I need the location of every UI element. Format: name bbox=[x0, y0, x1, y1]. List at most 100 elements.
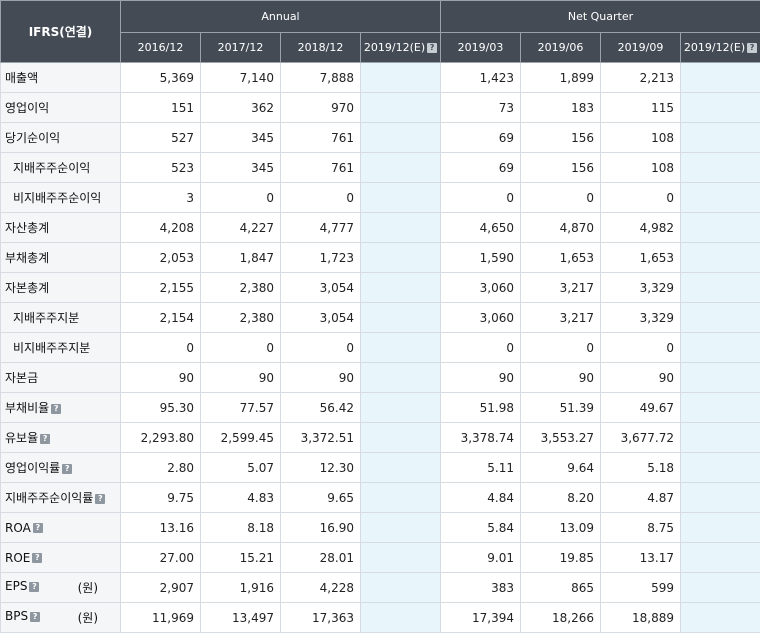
row-label: BPS bbox=[5, 609, 29, 623]
value-cell: 1,916 bbox=[200, 572, 281, 603]
help-icon[interactable]: ? bbox=[62, 463, 73, 474]
period-label: 2019/03 bbox=[457, 41, 504, 54]
row-label-cell: 영업이익률? bbox=[0, 452, 121, 483]
value-cell: 9.64 bbox=[520, 452, 601, 483]
value-cell: 18,266 bbox=[520, 602, 601, 633]
table-row: 영업이익 151 362 970 73 183 115 bbox=[0, 92, 760, 123]
table-row: 영업이익률? 2.80 5.07 12.30 5.11 9.64 5.18 bbox=[0, 452, 760, 483]
row-label-cell: 비지배주주지분 bbox=[0, 332, 121, 363]
financial-summary-table: IFRS(연결) Annual Net Quarter 2016/12 2017/… bbox=[0, 0, 760, 633]
help-icon[interactable]: ? bbox=[427, 43, 438, 53]
row-label: 지배주주순이익률 bbox=[5, 491, 94, 505]
row-label-cell: 비지배주주순이익 bbox=[0, 182, 121, 213]
value-cell: 3,329 bbox=[600, 272, 681, 303]
estimate-cell bbox=[360, 512, 441, 543]
value-cell: 108 bbox=[600, 122, 681, 153]
row-label-cell: ROA? bbox=[0, 512, 121, 543]
table-row: 유보율? 2,293.80 2,599.45 3,372.51 3,378.74 3,55… bbox=[0, 422, 760, 453]
row-label-cell: 지배주주순이익 bbox=[0, 152, 121, 183]
net-quarter-header: Net Quarter bbox=[440, 0, 760, 33]
estimate-cell bbox=[680, 362, 760, 393]
table-row: 자본총계 2,155 2,380 3,054 3,060 3,217 3,329 bbox=[0, 272, 760, 303]
help-icon[interactable]: ? bbox=[40, 433, 51, 444]
value-cell: 0 bbox=[280, 332, 361, 363]
estimate-cell bbox=[360, 242, 441, 273]
value-cell: 19.85 bbox=[520, 542, 601, 573]
period-header: 2017/12 bbox=[200, 32, 281, 63]
row-label: 유보율 bbox=[5, 431, 39, 445]
estimate-cell bbox=[360, 572, 441, 603]
row-label: EPS bbox=[5, 579, 28, 593]
value-cell: 8.75 bbox=[600, 512, 681, 543]
value-cell: 7,888 bbox=[280, 62, 361, 93]
row-label-cell: 영업이익 bbox=[0, 92, 121, 123]
estimate-cell bbox=[680, 482, 760, 513]
help-icon[interactable]: ? bbox=[30, 611, 41, 622]
value-cell: 3,677.72 bbox=[600, 422, 681, 453]
help-icon[interactable]: ? bbox=[29, 581, 40, 592]
value-cell: 4,870 bbox=[520, 212, 601, 243]
period-header: 2018/12 bbox=[280, 32, 361, 63]
period-label: 2016/12 bbox=[137, 41, 184, 54]
value-cell: 51.39 bbox=[520, 392, 601, 423]
period-header: 2019/06 bbox=[520, 32, 601, 63]
value-cell: 16.90 bbox=[280, 512, 361, 543]
period-label: 2019/12(E) bbox=[363, 41, 426, 54]
estimate-cell bbox=[680, 182, 760, 213]
table-row: 비지배주주순이익 3 0 0 0 0 0 bbox=[0, 182, 760, 213]
estimate-cell bbox=[360, 62, 441, 93]
period-header: 2019/12(E)? bbox=[680, 32, 760, 63]
value-cell: 2,599.45 bbox=[200, 422, 281, 453]
value-cell: 183 bbox=[520, 92, 601, 123]
row-label: 자본총계 bbox=[5, 281, 50, 295]
value-cell: 3,054 bbox=[280, 272, 361, 303]
value-cell: 13.16 bbox=[120, 512, 201, 543]
value-cell: 4,777 bbox=[280, 212, 361, 243]
row-label-cell: 매출액 bbox=[0, 62, 121, 93]
period-label: 2019/12(E) bbox=[683, 41, 746, 54]
period-header: 2019/03 bbox=[440, 32, 521, 63]
value-cell: 3,329 bbox=[600, 302, 681, 333]
value-cell: 599 bbox=[600, 572, 681, 603]
value-cell: 3,217 bbox=[520, 302, 601, 333]
unit-label: (원) bbox=[77, 611, 98, 625]
row-label: 자본금 bbox=[5, 371, 39, 385]
value-cell: 56.42 bbox=[280, 392, 361, 423]
value-cell: 9.65 bbox=[280, 482, 361, 513]
estimate-cell bbox=[360, 542, 441, 573]
value-cell: 0 bbox=[440, 182, 521, 213]
row-label-cell: 자산총계 bbox=[0, 212, 121, 243]
value-cell: 73 bbox=[440, 92, 521, 123]
estimate-cell bbox=[360, 272, 441, 303]
help-icon[interactable]: ? bbox=[747, 43, 758, 53]
estimate-cell bbox=[360, 392, 441, 423]
row-label: 부채총계 bbox=[5, 251, 50, 265]
value-cell: 0 bbox=[200, 332, 281, 363]
value-cell: 5.18 bbox=[600, 452, 681, 483]
table-row: 부채총계 2,053 1,847 1,723 1,590 1,653 1,653 bbox=[0, 242, 760, 273]
table-row: 지배주주지분 2,154 2,380 3,054 3,060 3,217 3,329 bbox=[0, 302, 760, 333]
value-cell: 151 bbox=[120, 92, 201, 123]
help-icon[interactable]: ? bbox=[95, 493, 106, 504]
help-icon[interactable]: ? bbox=[32, 553, 43, 563]
value-cell: 2,155 bbox=[120, 272, 201, 303]
table-row: 자본금 90 90 90 90 90 90 bbox=[0, 362, 760, 393]
value-cell: 1,653 bbox=[600, 242, 681, 273]
value-cell: 761 bbox=[280, 152, 361, 183]
estimate-cell bbox=[680, 272, 760, 303]
help-icon[interactable]: ? bbox=[51, 403, 62, 414]
table-row: 비지배주주지분 0 0 0 0 0 0 bbox=[0, 332, 760, 363]
estimate-cell bbox=[360, 152, 441, 183]
row-label-cell: 지배주주순이익률? bbox=[0, 482, 121, 513]
value-cell: 15.21 bbox=[200, 542, 281, 573]
estimate-cell bbox=[680, 392, 760, 423]
value-cell: 1,899 bbox=[520, 62, 601, 93]
row-label: 지배주주지분 bbox=[13, 311, 80, 325]
value-cell: 12.30 bbox=[280, 452, 361, 483]
value-cell: 1,723 bbox=[280, 242, 361, 273]
value-cell: 0 bbox=[280, 182, 361, 213]
value-cell: 7,140 bbox=[200, 62, 281, 93]
value-cell: 523 bbox=[120, 152, 201, 183]
value-cell: 2,293.80 bbox=[120, 422, 201, 453]
help-icon[interactable]: ? bbox=[32, 523, 43, 533]
